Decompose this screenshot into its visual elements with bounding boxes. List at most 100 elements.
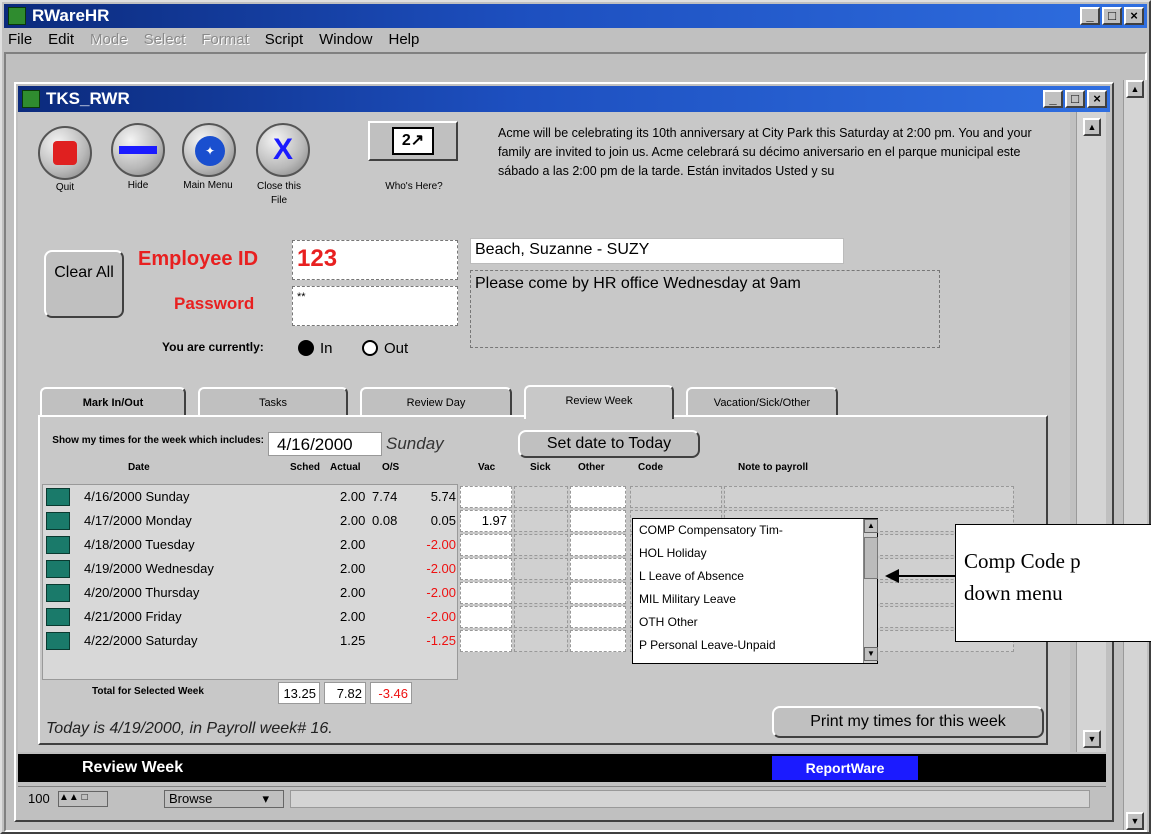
radio-in[interactable] xyxy=(298,340,314,356)
other-cell[interactable] xyxy=(570,534,626,556)
dropdown-scrollbar[interactable]: ▲ ▼ xyxy=(863,519,878,663)
vac-cell[interactable] xyxy=(460,486,512,508)
set-date-today-button[interactable]: Set date to Today xyxy=(518,430,700,458)
dropdown-thumb[interactable] xyxy=(864,537,878,579)
dropdown-item[interactable]: HOL Holiday xyxy=(639,546,707,560)
employee-name-field: Beach, Suzanne - SUZY xyxy=(470,238,844,264)
dropdown-up-icon[interactable]: ▲ xyxy=(864,519,878,533)
dropdown-down-icon[interactable]: ▼ xyxy=(864,647,878,661)
radio-out-label: Out xyxy=(384,340,409,357)
whos-here-button[interactable]: 2↗ xyxy=(368,121,458,161)
calendar-icon[interactable] xyxy=(46,632,70,650)
radio-in-label: In xyxy=(320,340,333,357)
main-menu-label: Main Menu xyxy=(183,180,233,191)
employee-message-field: Please come by HR office Wednesday at 9a… xyxy=(470,270,940,348)
form-scrollbar[interactable]: ▲ ▼ xyxy=(1076,112,1106,752)
menu-select: Select xyxy=(143,31,186,48)
code-cell[interactable] xyxy=(630,486,722,508)
week-date-field[interactable]: 4/16/2000 xyxy=(268,432,382,456)
row-sched: 2.00 xyxy=(340,513,366,528)
doc-minimize-button[interactable]: _ xyxy=(1043,90,1063,108)
hide-button[interactable] xyxy=(111,123,165,177)
vac-cell[interactable]: 1.97 xyxy=(460,510,512,532)
tab-vacation-sick-other[interactable]: Vacation/Sick/Other xyxy=(686,387,838,417)
radio-out[interactable] xyxy=(362,340,378,356)
calendar-icon[interactable] xyxy=(46,488,70,506)
zoom-level[interactable]: 100 xyxy=(28,791,50,806)
other-cell[interactable] xyxy=(570,558,626,580)
table-row[interactable]: 4/20/2000 Thursday 2.00 -2.00 xyxy=(42,582,458,604)
app-icon xyxy=(8,7,26,25)
minimize-button[interactable]: _ xyxy=(1080,7,1100,25)
mode-select[interactable]: Browse ▾ xyxy=(164,790,284,808)
vac-cell[interactable] xyxy=(460,582,512,604)
menu-file[interactable]: File xyxy=(8,29,32,51)
close-button[interactable]: × xyxy=(1124,7,1144,25)
calendar-icon[interactable] xyxy=(46,584,70,602)
table-row[interactable]: 4/18/2000 Tuesday 2.00 -2.00 xyxy=(42,534,458,556)
other-cell[interactable] xyxy=(570,606,626,628)
maximize-button[interactable]: □ xyxy=(1102,7,1122,25)
note-cell[interactable] xyxy=(724,486,1014,508)
vac-cell[interactable] xyxy=(460,630,512,652)
menu-edit[interactable]: Edit xyxy=(48,29,74,51)
dropdown-item[interactable]: P Personal Leave-Unpaid xyxy=(639,638,776,652)
table-row[interactable]: 4/21/2000 Friday 2.00 -2.00 xyxy=(42,606,458,628)
vac-cell[interactable] xyxy=(460,534,512,556)
doc-maximize-button[interactable]: □ xyxy=(1065,90,1085,108)
other-cell[interactable] xyxy=(570,630,626,652)
horizontal-scrollbar[interactable] xyxy=(290,790,1090,808)
vac-cell[interactable] xyxy=(460,606,512,628)
sick-cell[interactable] xyxy=(514,534,568,556)
footer-title: Review Week xyxy=(82,759,184,776)
calendar-icon[interactable] xyxy=(46,536,70,554)
sick-cell[interactable] xyxy=(514,486,568,508)
sick-cell[interactable] xyxy=(514,606,568,628)
scroll-down-icon[interactable]: ▼ xyxy=(1126,812,1144,830)
clear-all-button[interactable]: Clear All xyxy=(44,250,124,318)
scroll-up-icon[interactable]: ▲ xyxy=(1126,80,1144,98)
print-week-button[interactable]: Print my times for this week xyxy=(772,706,1044,738)
calendar-icon[interactable] xyxy=(46,608,70,626)
comp-code-dropdown[interactable]: COMP Compensatory Tim- HOL Holiday L Leave… xyxy=(632,518,878,664)
tab-mark-in-out[interactable]: Mark In/Out xyxy=(40,387,186,417)
menu-window[interactable]: Window xyxy=(319,29,372,51)
row-os: -1.25 xyxy=(426,633,456,648)
quit-button[interactable] xyxy=(38,126,92,180)
dropdown-item[interactable]: OTH Other xyxy=(639,615,698,629)
table-row[interactable]: 4/19/2000 Wednesday 2.00 -2.00 xyxy=(42,558,458,580)
dropdown-item[interactable]: MIL Military Leave xyxy=(639,592,736,606)
menu-help[interactable]: Help xyxy=(388,29,419,51)
sick-cell[interactable] xyxy=(514,582,568,604)
callout-line-2: down menu xyxy=(964,581,1063,605)
calendar-icon[interactable] xyxy=(46,560,70,578)
form-scroll-up-icon[interactable]: ▲ xyxy=(1083,118,1101,136)
table-row[interactable]: 4/16/2000 Sunday 2.00 7.74 5.74 xyxy=(42,486,458,508)
form-scroll-down-icon[interactable]: ▼ xyxy=(1083,730,1101,748)
main-menu-button[interactable]: ✦ xyxy=(182,123,236,177)
menu-script[interactable]: Script xyxy=(265,29,303,51)
tab-tasks[interactable]: Tasks xyxy=(198,387,348,417)
sick-cell[interactable] xyxy=(514,630,568,652)
doc-close-button[interactable]: × xyxy=(1087,90,1107,108)
table-row[interactable]: 4/22/2000 Saturday 1.25 -1.25 xyxy=(42,630,458,652)
zoom-icons[interactable]: ▲▲ □ xyxy=(58,791,108,807)
sick-cell[interactable] xyxy=(514,558,568,580)
vac-cell[interactable] xyxy=(460,558,512,580)
other-cell[interactable] xyxy=(570,510,626,532)
dropdown-item[interactable]: L Leave of Absence xyxy=(639,569,744,583)
outer-scrollbar[interactable]: ▲ ▼ xyxy=(1123,80,1147,830)
tab-review-day[interactable]: Review Day xyxy=(360,387,512,417)
employee-id-field[interactable]: 123 xyxy=(292,240,458,280)
tab-review-week[interactable]: Review Week xyxy=(524,385,674,419)
close-x-icon: X xyxy=(272,133,293,166)
employee-id-label: Employee ID xyxy=(138,248,259,270)
calendar-icon[interactable] xyxy=(46,512,70,530)
password-field[interactable]: ** xyxy=(292,286,458,326)
other-cell[interactable] xyxy=(570,486,626,508)
sick-cell[interactable] xyxy=(514,510,568,532)
table-row[interactable]: 4/17/2000 Monday 2.00 0.08 0.05 xyxy=(42,510,458,532)
dropdown-item[interactable]: COMP Compensatory Tim- xyxy=(639,523,783,537)
close-file-button[interactable]: X xyxy=(256,123,310,177)
other-cell[interactable] xyxy=(570,582,626,604)
